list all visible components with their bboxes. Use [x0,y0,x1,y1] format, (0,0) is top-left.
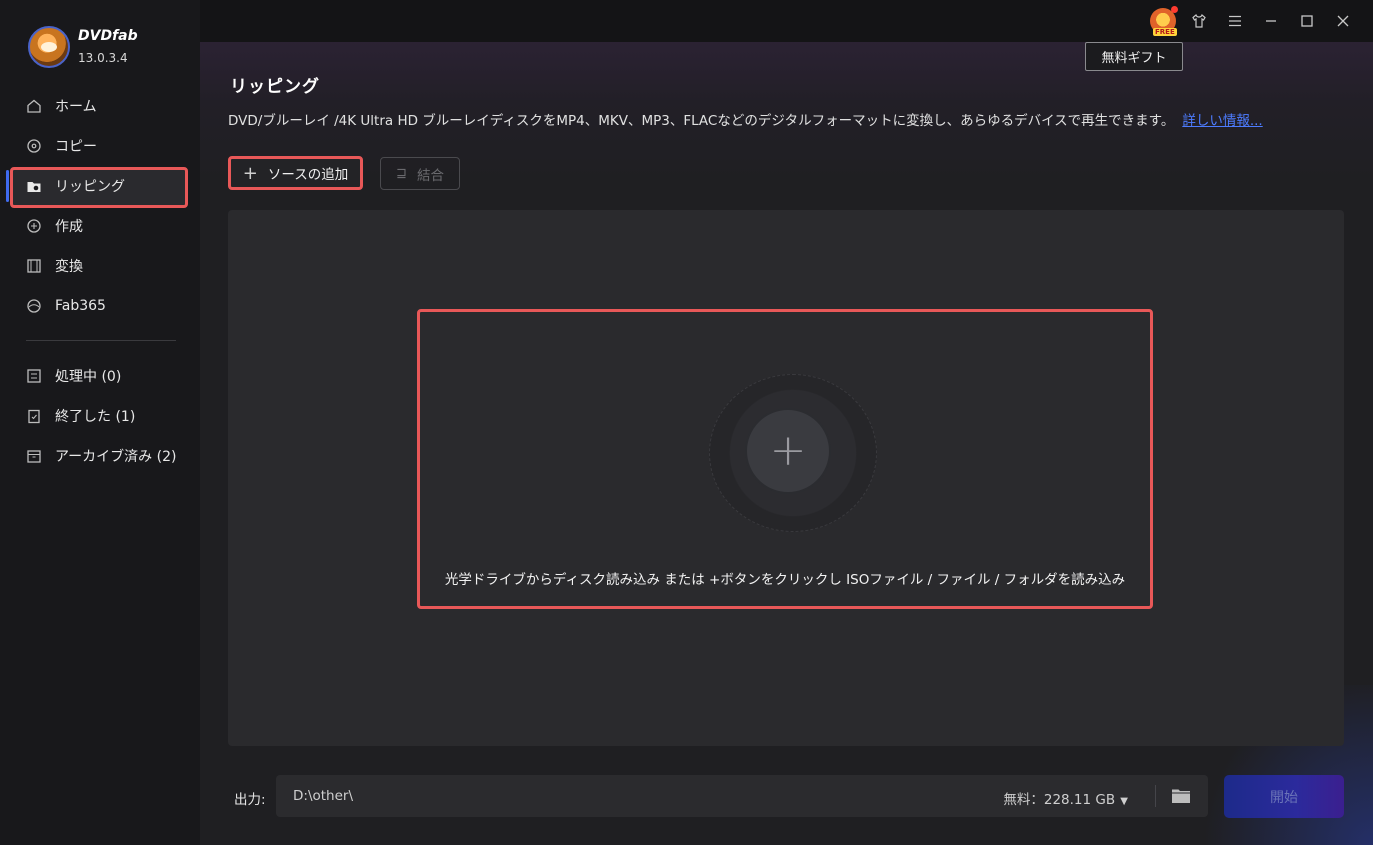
brand: DVDfab 13.0.3.4 [28,26,138,68]
sidebar-item-finished[interactable]: 終了した (1) [0,396,200,436]
output-separator [1155,785,1156,807]
add-source-label: ソースの追加 [267,167,349,183]
drop-hint: 光学ドライブからディスク読み込み または +ボタンをクリックし ISOファイル … [444,572,1126,588]
sidebar-item-label: 作成 [55,219,83,235]
gift-button[interactable]: FREE [1145,6,1181,36]
main-nav: ホーム コピー リッピング 作成 変換 Fab365 [0,86,200,326]
drop-highlight-frame: + 光学ドライブからディスク読み込み または +ボタンをクリックし ISOファイ… [417,309,1153,609]
sidebar-item-label: 処理中 (0) [55,369,122,385]
close-button[interactable] [1325,6,1361,36]
sidebar: DVDfab 13.0.3.4 ホーム コピー リッピング 作成 変換 Fab3… [0,0,200,845]
ripping-folder-icon [26,178,42,194]
sidebar-divider [26,340,176,341]
free-gift-tooltip: 無料ギフト [1085,42,1183,71]
source-drop-zone[interactable]: + 光学ドライブからディスク読み込み または +ボタンをクリックし ISOファイ… [228,210,1344,746]
start-button[interactable]: 開始 [1224,775,1344,818]
merge-label: 結合 [416,167,444,184]
sidebar-item-label: コピー [55,139,97,155]
sidebar-item-label: リッピング [55,179,125,195]
description-text: DVD/ブルーレイ /4K Ultra HD ブルーレイディスクをMP4、MKV… [228,113,1175,129]
sidebar-item-convert[interactable]: 変換 [0,246,200,286]
create-disc-icon [26,218,42,234]
page-title: リッピング [230,77,320,97]
brand-name: DVDfab [78,28,138,45]
sidebar-item-archived[interactable]: アーカイブ済み (2) [0,436,200,476]
processing-list-icon [26,368,42,384]
sidebar-item-label: 終了した (1) [55,409,136,425]
queue-nav: 処理中 (0) 終了した (1) アーカイブ済み (2) [0,356,200,476]
minimize-icon [1266,20,1276,22]
copy-disc-icon [26,138,42,154]
main-panel: リッピング DVD/ブルーレイ /4K Ultra HD ブルーレイディスクをM… [200,42,1373,845]
folder-icon[interactable] [1172,788,1190,803]
close-icon [1337,15,1349,27]
sidebar-item-ripping[interactable]: リッピング [0,166,200,206]
menu-icon [1229,15,1241,27]
sidebar-item-home[interactable]: ホーム [0,86,200,126]
home-icon [26,98,42,114]
page-description: DVD/ブルーレイ /4K Ultra HD ブルーレイディスクをMP4、MKV… [228,109,1263,129]
big-add-button[interactable]: + [745,408,831,494]
window-controls: FREE [1145,6,1361,36]
add-source-button[interactable]: + ソースの追加 [228,156,363,190]
caret-down-icon: ▼ [1117,796,1128,807]
sidebar-item-label: アーカイブ済み (2) [55,449,177,465]
sidebar-item-label: 変換 [55,259,83,275]
minimize-button[interactable] [1253,6,1289,36]
gift-icon: FREE [1150,6,1178,36]
big-plus-icon: + [769,425,807,476]
brand-version: 13.0.3.4 [78,51,128,66]
sidebar-item-processing[interactable]: 処理中 (0) [0,356,200,396]
fab365-icon [26,298,42,314]
dvdfab-logo-icon [28,26,70,68]
sidebar-item-label: Fab365 [55,298,106,314]
plus-icon: + [242,162,258,184]
title-bar: FREE [200,0,1373,42]
finished-clipboard-icon [26,408,42,424]
sidebar-item-copy[interactable]: コピー [0,126,200,166]
merge-button[interactable]: ⊒ 結合 [380,157,460,190]
free-space-dropdown[interactable]: 無料：228.11 GB ▼ [1003,788,1128,808]
maximize-icon [1301,15,1313,27]
shirt-skin-icon [1192,14,1206,28]
sidebar-item-label: ホーム [55,99,97,115]
output-path: D:\other\ [293,788,354,804]
more-info-link[interactable]: 詳しい情報... [1182,113,1262,129]
sidebar-item-create[interactable]: 作成 [0,206,200,246]
archive-box-icon [26,448,42,464]
sidebar-item-fab365[interactable]: Fab365 [0,286,200,326]
free-space-value: 無料：228.11 GB [1003,792,1116,808]
output-path-bar[interactable]: D:\other\ 無料：228.11 GB ▼ [276,775,1208,817]
merge-icon: ⊒ [396,166,407,181]
skin-button[interactable] [1181,6,1217,36]
free-badge: FREE [1153,28,1177,36]
maximize-button[interactable] [1289,6,1325,36]
menu-button[interactable] [1217,6,1253,36]
output-label: 出力: [234,792,266,808]
film-icon [26,258,42,274]
